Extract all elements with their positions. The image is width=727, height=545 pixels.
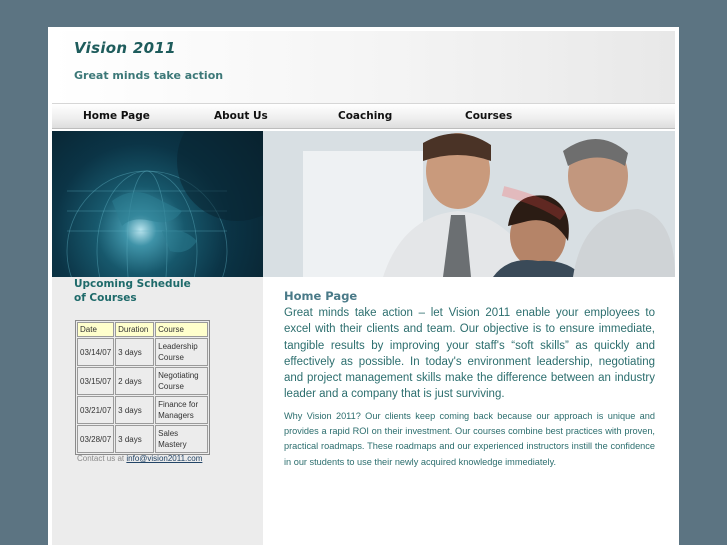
table-header-row: Date Duration Course [77,322,209,337]
column-header-course: Course [155,322,209,337]
main-nav: Home Page About Us Coaching Courses [52,103,675,129]
business-team-photo [263,131,675,277]
table-row: 03/28/07 3 days Sales Mastery [77,425,209,453]
sidebar: Upcoming Schedule of Courses Date Durati… [52,277,263,545]
cell-course: Finance for Managers [155,396,209,424]
column-header-date: Date [77,322,115,337]
site-title[interactable]: Vision 2011 [74,39,176,57]
cell-date: 03/14/07 [77,338,115,366]
cell-duration: 3 days [115,396,155,424]
schedule-heading-line2: of Courses [74,292,137,304]
cell-course: Negotiating Course [155,367,209,395]
nav-about-us[interactable]: About Us [214,110,268,122]
table-row: 03/14/07 3 days Leadership Course [77,338,209,366]
cell-date: 03/15/07 [77,367,115,395]
cell-course: Sales Mastery [155,425,209,453]
globe-image [52,131,263,277]
schedule-heading: Upcoming Schedule of Courses [74,277,224,305]
schedule-heading-line1: Upcoming Schedule [74,278,191,290]
site-tagline: Great minds take action [74,69,224,82]
page-container: Vision 2011 Great minds take action Home… [48,27,679,545]
nav-coaching[interactable]: Coaching [338,110,392,122]
table-row: 03/15/07 2 days Negotiating Course [77,367,209,395]
nav-home-page[interactable]: Home Page [83,110,150,122]
contact-email-link[interactable]: info@vision2011.com [126,454,202,463]
page-title: Home Page [284,289,358,303]
globe-graphic [66,131,263,277]
cell-date: 03/28/07 [77,425,115,453]
nav-courses[interactable]: Courses [465,110,512,122]
cell-duration: 3 days [115,338,155,366]
table-row: 03/21/07 3 days Finance for Managers [77,396,209,424]
contact-prefix: Contact us at [77,454,125,463]
cell-course: Leadership Course [155,338,209,366]
cell-date: 03/21/07 [77,396,115,424]
main-content: Home Page Great minds take action – let … [284,289,655,470]
contact-line: Contact us at info@vision2011.com [77,454,202,463]
cell-duration: 3 days [115,425,155,453]
cell-duration: 2 days [115,367,155,395]
intro-paragraph: Great minds take action – let Vision 201… [284,307,655,401]
column-header-duration: Duration [115,322,155,337]
team-photo-graphic [263,131,675,277]
schedule-table: Date Duration Course 03/14/07 3 days Lea… [75,320,211,455]
body-paragraph: Why Vision 2011? Our clients keep coming… [284,410,655,467]
